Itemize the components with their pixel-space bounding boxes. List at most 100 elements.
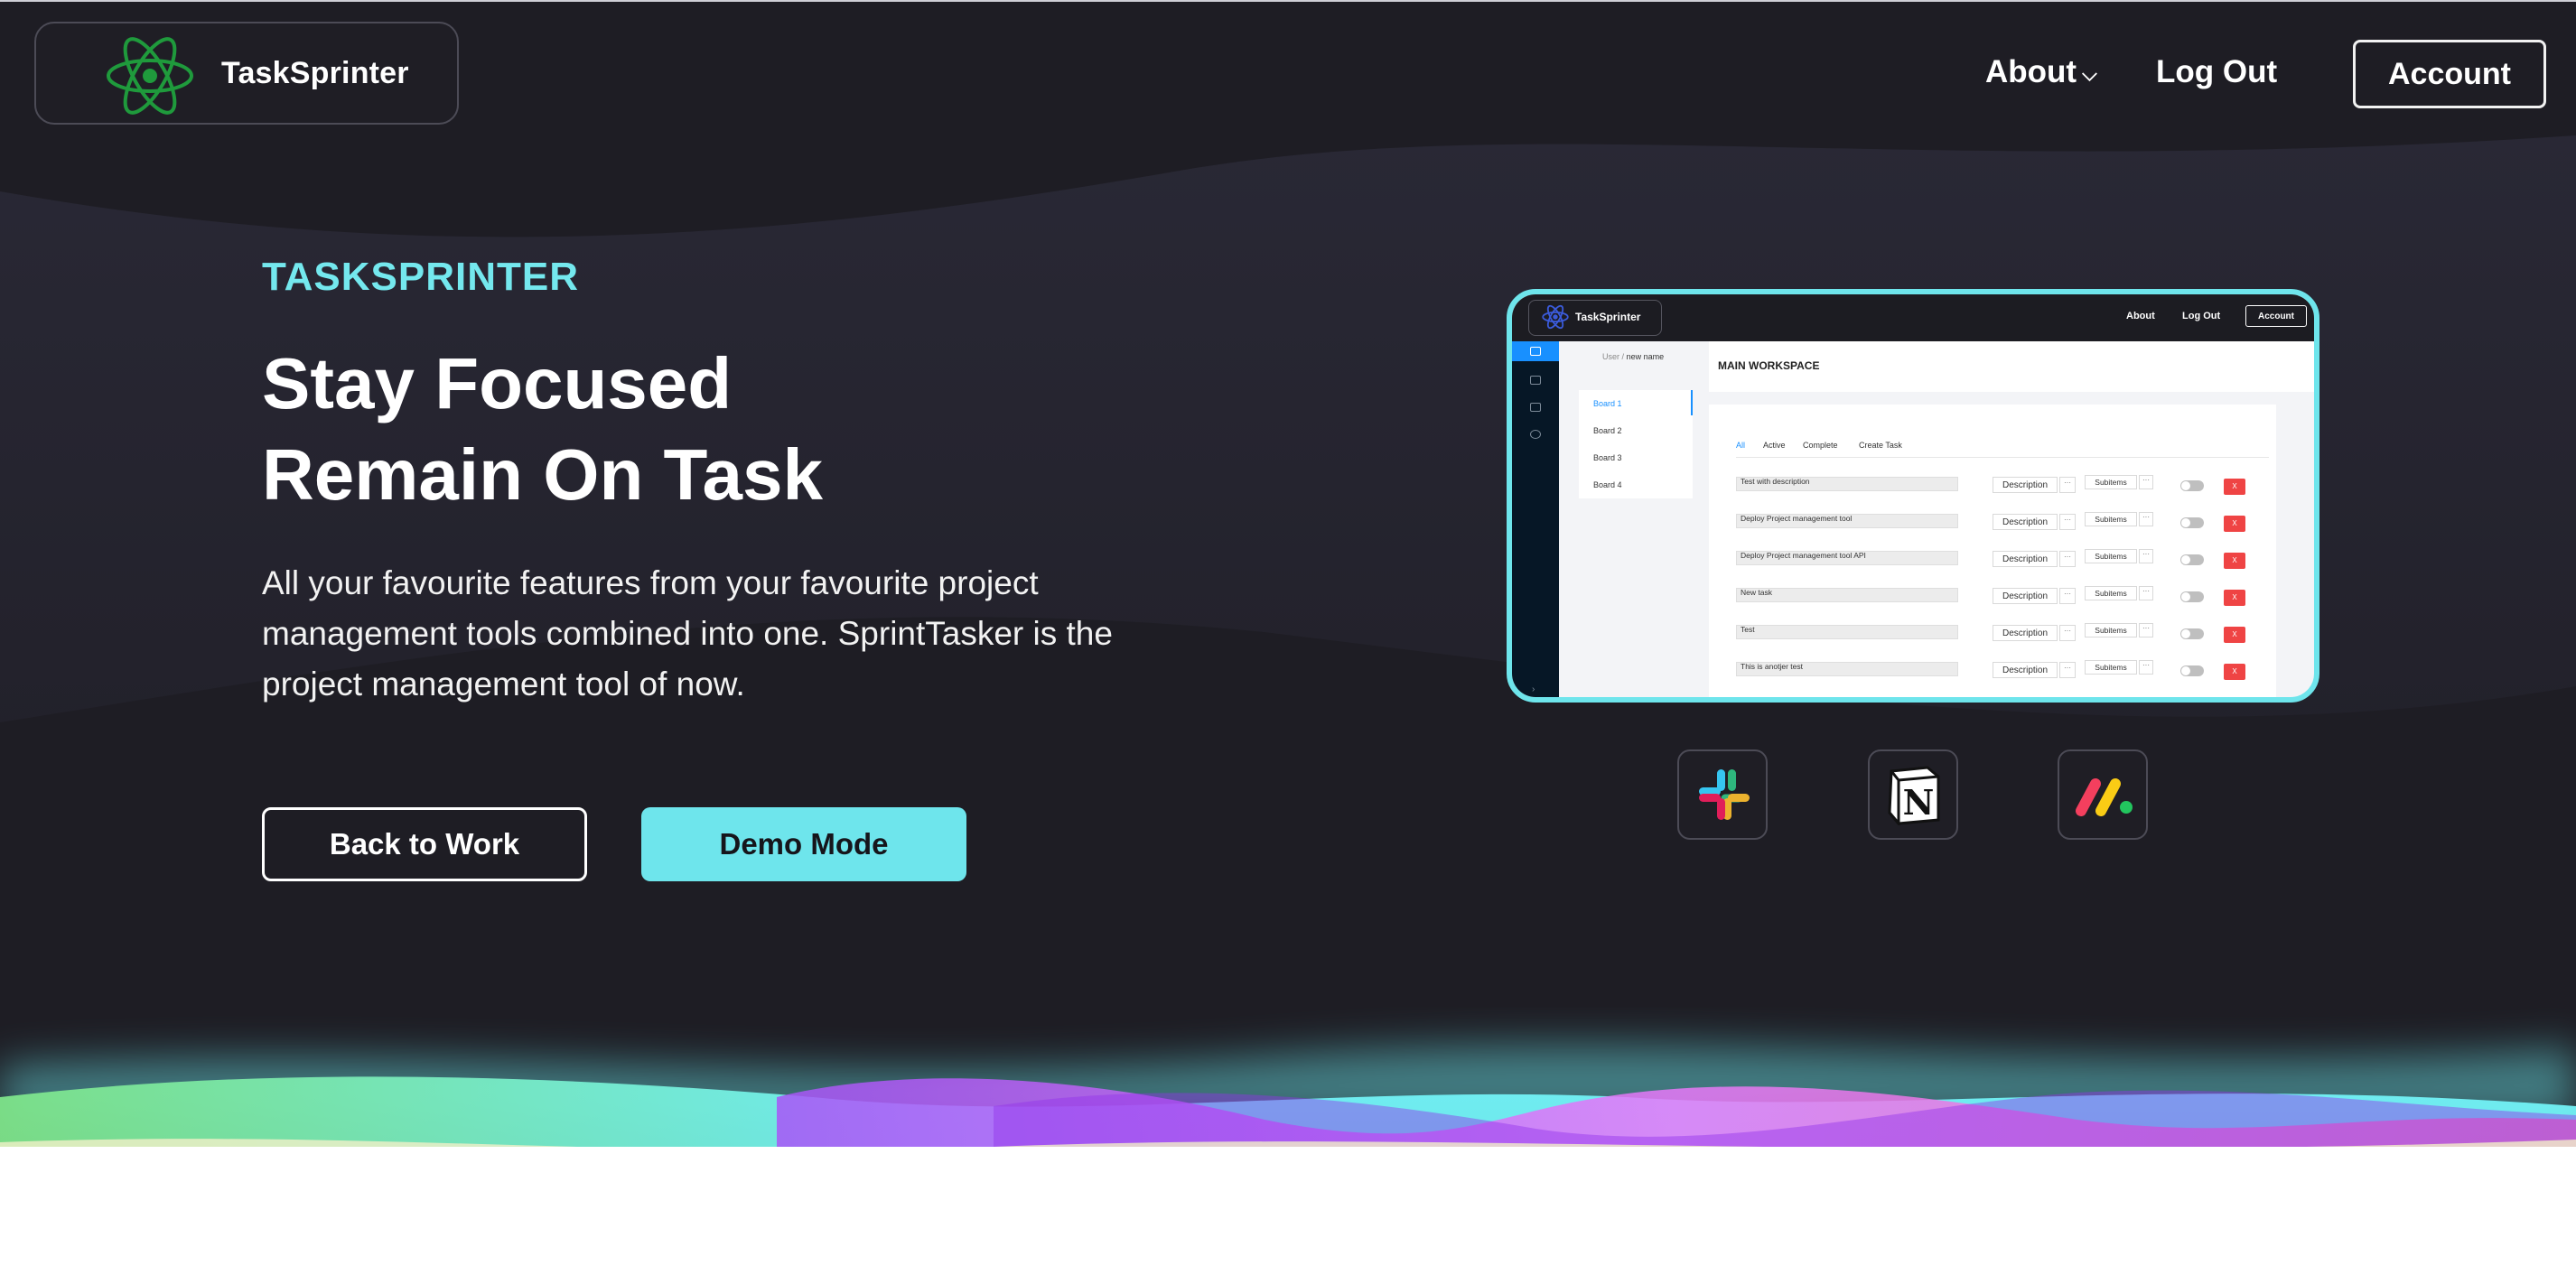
preview-subitems-button: Subitems <box>2085 475 2137 489</box>
preview-toggle <box>2180 480 2204 491</box>
preview-more-icon: ··· <box>2059 551 2076 567</box>
preview-toggle <box>2180 628 2204 639</box>
nav-about-label: About <box>1985 54 2077 89</box>
preview-subitems-button: Subitems <box>2085 660 2137 675</box>
preview-more-icon: ··· <box>2139 623 2153 638</box>
preview-task-title: Test with description <box>1736 477 1958 491</box>
back-to-work-button[interactable]: Back to Work <box>262 807 587 881</box>
preview-task-row: Test with description Description ··· Subit… <box>1736 473 2278 497</box>
preview-board-item: Board 4 <box>1593 480 1622 489</box>
preview-delete-button: X <box>2224 516 2245 532</box>
preview-toggle <box>2180 517 2204 528</box>
preview-more-icon: ··· <box>2059 588 2076 604</box>
preview-tab: Complete <box>1803 441 1838 450</box>
preview-more-icon: ··· <box>2059 514 2076 530</box>
slack-integration <box>1677 749 1768 840</box>
preview-more-icon: ··· <box>2059 625 2076 641</box>
preview-more-icon: ··· <box>2059 477 2076 493</box>
preview-task-row: This is anotjer test Description ··· Subite… <box>1736 658 2278 682</box>
preview-subitems-button: Subitems <box>2085 586 2137 600</box>
preview-board-list: Board 1 Board 2 Board 3 Board 4 <box>1579 390 1693 498</box>
preview-about: About <box>2126 311 2155 321</box>
preview-task-title: Test <box>1736 625 1958 639</box>
preview-chat-icon <box>1530 430 1541 439</box>
headline-line-1: Stay Focused <box>262 343 733 423</box>
preview-workspace-header: MAIN WORKSPACE <box>1709 341 2314 392</box>
preview-delete-button: X <box>2224 553 2245 569</box>
brand-name: TaskSprinter <box>221 56 409 90</box>
preview-description-button: Description <box>1993 588 2058 604</box>
preview-more-icon: ··· <box>2139 660 2153 675</box>
preview-task-row: Deploy Project management tool API Descri… <box>1736 547 2278 571</box>
hero-eyebrow: TASKSPRINTER <box>262 255 579 299</box>
preview-edit-icon <box>1530 403 1541 412</box>
page-bottom <box>0 1147 2576 1275</box>
preview-subitems-button: Subitems <box>2085 623 2137 638</box>
preview-delete-button: X <box>2224 664 2245 680</box>
hero-headline: Stay Focused Remain On Task <box>262 338 823 520</box>
preview-expand-icon: › <box>1532 684 1535 694</box>
monday-icon <box>2076 778 2133 816</box>
preview-more-icon: ··· <box>2139 586 2153 600</box>
brand-home-link[interactable]: TaskSprinter <box>34 22 459 125</box>
preview-logout: Log Out <box>2182 311 2221 321</box>
atom-logo-icon <box>107 37 193 115</box>
preview-toggle <box>2180 591 2204 602</box>
preview-toggle <box>2180 665 2204 676</box>
preview-board-active-bar <box>1691 390 1693 415</box>
preview-task-title: This is anotjer test <box>1736 662 1958 676</box>
preview-more-icon: ··· <box>2139 549 2153 563</box>
app-preview-screenshot: TaskSprinter About Log Out Account › Use… <box>1507 289 2319 703</box>
preview-task-title: New task <box>1736 588 1958 602</box>
preview-description-button: Description <box>1993 662 2058 678</box>
preview-board-icon <box>1530 347 1541 356</box>
preview-atom-icon <box>1542 304 1569 330</box>
headline-line-2: Remain On Task <box>262 434 823 515</box>
preview-board-item: Board 3 <box>1593 453 1622 462</box>
preview-workspace-title: MAIN WORKSPACE <box>1718 359 1820 372</box>
preview-task-card: All Active Complete Create Task Test wit… <box>1709 405 2278 697</box>
nav-logout-link[interactable]: Log Out <box>2156 54 2277 90</box>
preview-delete-button: X <box>2224 590 2245 606</box>
preview-more-icon: ··· <box>2139 512 2153 526</box>
top-border <box>0 0 2576 2</box>
preview-topbar: TaskSprinter About Log Out Account <box>1512 294 2314 341</box>
preview-description-button: Description <box>1993 625 2058 641</box>
account-button[interactable]: Account <box>2353 40 2546 108</box>
preview-description-button: Description <box>1993 477 2058 493</box>
preview-breadcrumb: User / new name <box>1602 352 1665 361</box>
preview-account: Account <box>2245 305 2307 327</box>
preview-task-row: Test Description ··· Subitems ··· X <box>1736 621 2278 645</box>
chevron-down-icon: ⌵ <box>2082 62 2097 85</box>
preview-task-row: New task Description ··· Subitems ··· X <box>1736 584 2278 608</box>
preview-brand-name: TaskSprinter <box>1575 311 1641 323</box>
preview-toggle <box>2180 554 2204 565</box>
preview-subitems-button: Subitems <box>2085 549 2137 563</box>
nav-about-dropdown[interactable]: About ⌵ <box>1985 54 2097 90</box>
preview-board-item: Board 1 <box>1593 399 1622 408</box>
slack-icon <box>1699 769 1750 820</box>
hero-description: All your favourite features from your fa… <box>262 564 1113 703</box>
preview-sidebar: › <box>1512 341 1559 697</box>
preview-delete-button: X <box>2224 627 2245 643</box>
preview-description-button: Description <box>1993 514 2058 530</box>
svg-text:N: N <box>1903 782 1935 823</box>
preview-delete-button: X <box>2224 479 2245 495</box>
preview-task-row: Deploy Project management tool Descriptio… <box>1736 510 2278 534</box>
notion-icon: N <box>1888 766 1940 825</box>
preview-subitems-button: Subitems <box>2085 512 2137 526</box>
preview-board-item: Board 2 <box>1593 426 1622 435</box>
preview-tab: Create Task <box>1859 441 1902 450</box>
preview-tabs-divider <box>1736 457 2269 458</box>
preview-tab: All <box>1736 441 1746 450</box>
preview-task-title: Deploy Project management tool <box>1736 514 1958 528</box>
preview-tab: Active <box>1763 441 1786 450</box>
preview-more-icon: ··· <box>2059 662 2076 678</box>
demo-mode-button[interactable]: Demo Mode <box>641 807 966 881</box>
preview-task-title: Deploy Project management tool API <box>1736 551 1958 565</box>
preview-more-icon: ··· <box>2139 475 2153 489</box>
preview-list-icon <box>1530 376 1541 385</box>
notion-integration: N <box>1868 749 1958 840</box>
monday-integration <box>2058 749 2148 840</box>
preview-description-button: Description <box>1993 551 2058 567</box>
